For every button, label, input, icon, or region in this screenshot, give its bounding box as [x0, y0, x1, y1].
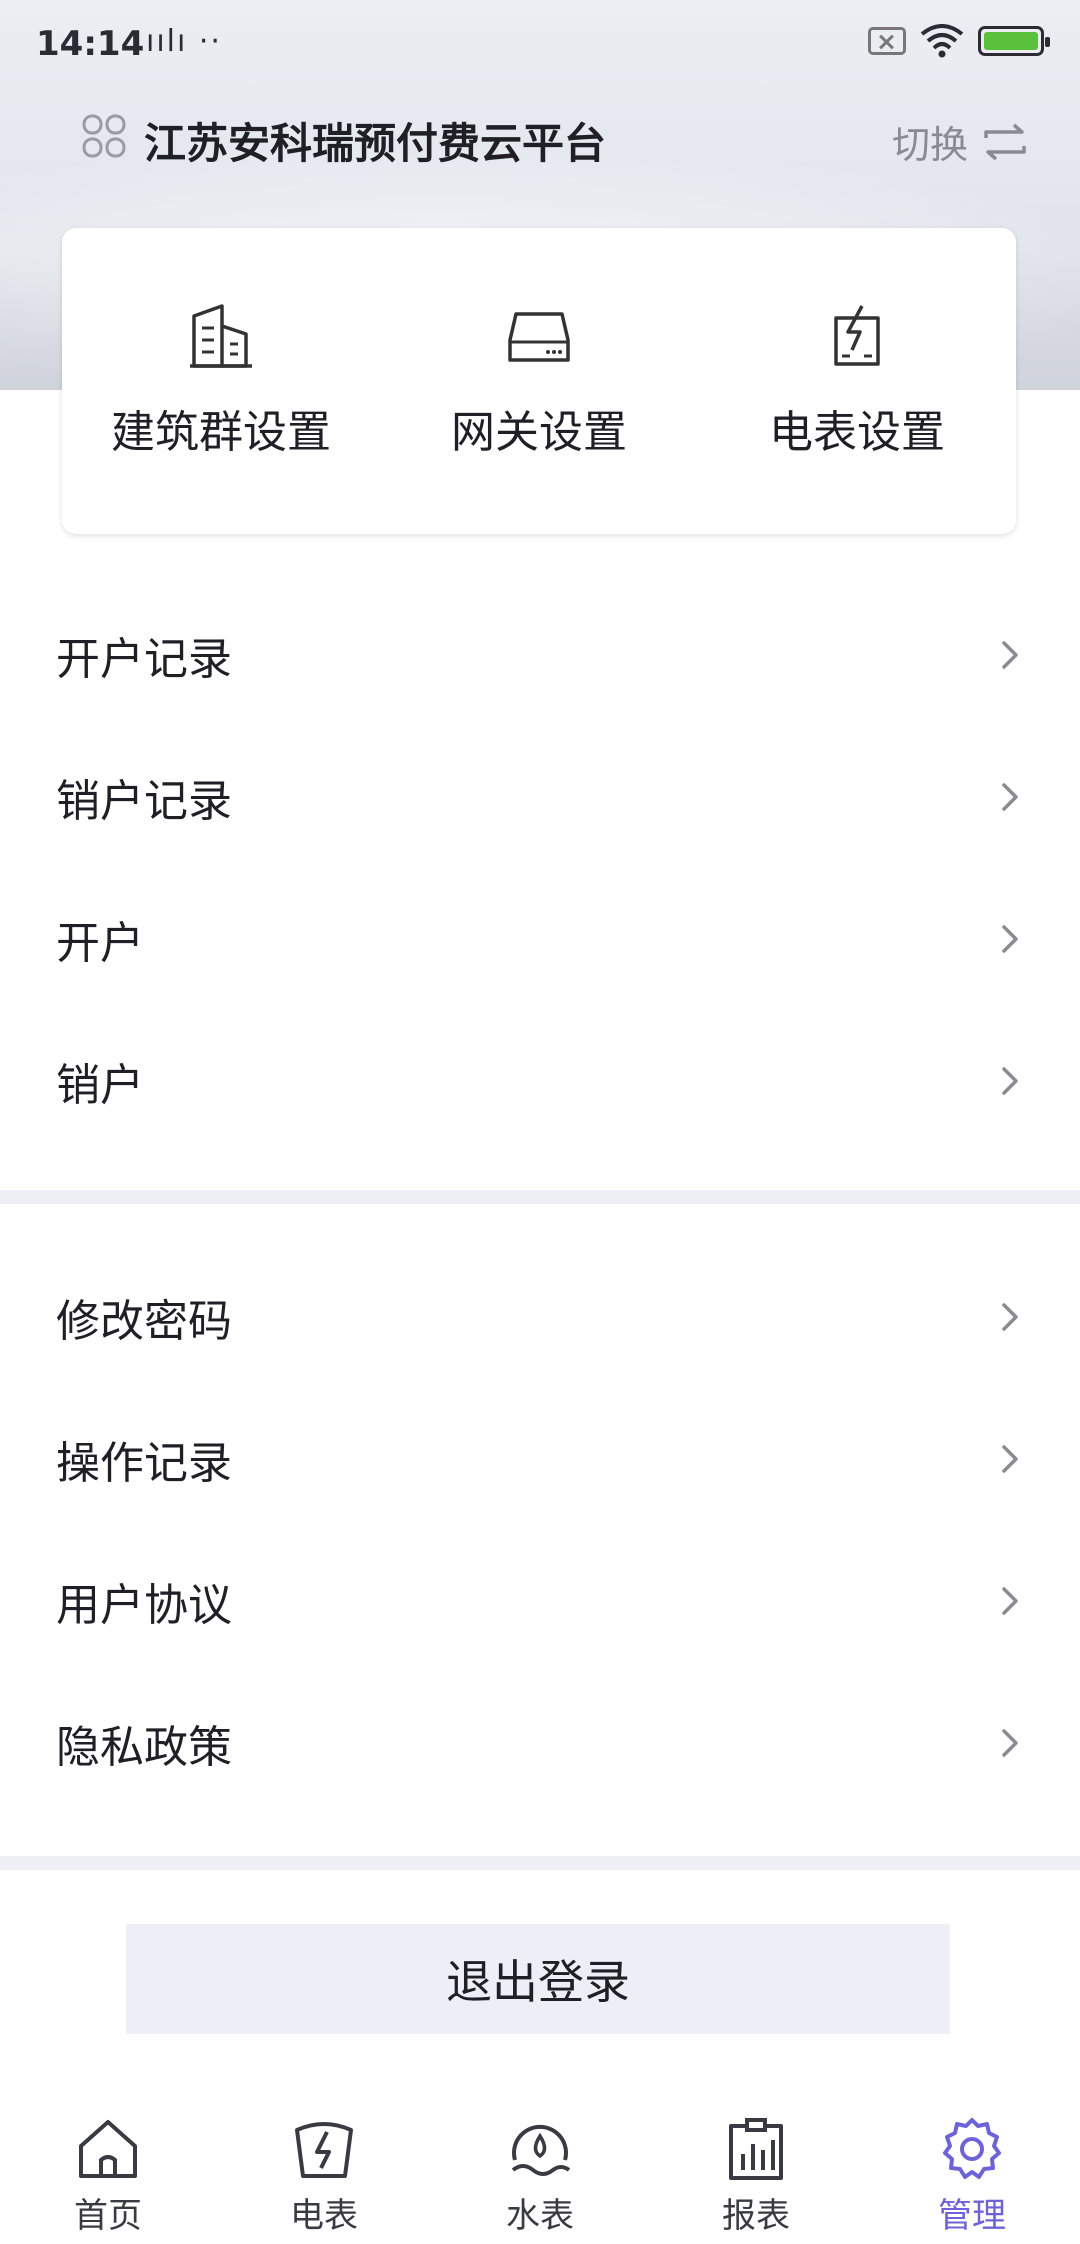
chevron-right-icon [1002, 1445, 1018, 1473]
menu-item-privacy-policy[interactable]: 隐私政策 [0, 1672, 1080, 1814]
tab-water-meter[interactable]: 水表 [432, 2090, 648, 2244]
chevron-right-icon [1002, 1303, 1018, 1331]
gateway-settings-button[interactable]: 网关设置 [380, 228, 698, 534]
menu-item-operation-records[interactable]: 操作记录 [0, 1388, 1080, 1530]
meter-settings-label: 电表设置 [769, 407, 945, 458]
buildings-icon [190, 304, 252, 368]
logout-button[interactable]: 退出登录 [126, 1924, 950, 2034]
chevron-right-icon [1002, 1729, 1018, 1757]
report-icon [729, 2118, 783, 2180]
page-title: 江苏安科瑞预付费云平台 [144, 119, 607, 168]
gear-icon [943, 2118, 1001, 2179]
tab-electric-meter[interactable]: 电表 [216, 2090, 432, 2244]
notification-icons: ıılı ·· [146, 24, 222, 59]
swap-icon [984, 123, 1026, 160]
gateway-settings-label: 网关设置 [451, 407, 627, 458]
status-bar: 14:14 ıılı ·· [0, 0, 1080, 92]
menu-item-label: 销户 [56, 1060, 144, 1111]
chevron-right-icon [1002, 925, 1018, 953]
menu-item-change-password[interactable]: 修改密码 [0, 1246, 1080, 1388]
menu-item-user-agreement[interactable]: 用户协议 [0, 1530, 1080, 1672]
tab-label: 报表 [722, 2196, 790, 2236]
chevron-right-icon [1002, 783, 1018, 811]
switch-button[interactable]: 切换 [892, 114, 1028, 169]
building-group-settings-button[interactable]: 建筑群设置 [62, 228, 380, 534]
battery-icon [978, 26, 1050, 56]
menu-item-label: 销户记录 [56, 776, 232, 827]
app-grid-icon [82, 114, 126, 158]
chevron-right-icon [1002, 641, 1018, 669]
electric-meter-icon [295, 2122, 353, 2178]
account-menu: 开户记录 销户记录 开户 销户 [0, 584, 1080, 1152]
water-meter-icon [511, 2124, 571, 2176]
menu-item-open-account[interactable]: 开户 [0, 868, 1080, 1010]
menu-item-label: 用户协议 [56, 1580, 232, 1631]
menu-item-label: 隐私政策 [56, 1722, 232, 1773]
menu-item-label: 开户 [56, 918, 144, 969]
section-divider [0, 1190, 1080, 1204]
switch-label: 切换 [891, 123, 968, 167]
menu-item-label: 开户记录 [56, 634, 232, 685]
status-time: 14:14 [36, 24, 145, 64]
menu-item-open-account-records[interactable]: 开户记录 [0, 584, 1080, 726]
settings-menu: 修改密码 操作记录 用户协议 隐私政策 [0, 1246, 1080, 1814]
gateway-icon [508, 312, 570, 362]
meter-settings-icon [834, 305, 880, 366]
section-divider [0, 1856, 1080, 1870]
chevron-right-icon [1002, 1067, 1018, 1095]
tab-home[interactable]: 首页 [0, 2090, 216, 2244]
tab-label: 电表 [290, 2196, 358, 2236]
bottom-tab-bar: 首页 电表 水表 报表 管理 [0, 2090, 1080, 2244]
tab-label: 首页 [74, 2196, 142, 2236]
menu-item-close-account[interactable]: 销户 [0, 1010, 1080, 1152]
no-sim-icon [868, 27, 906, 55]
tab-management[interactable]: 管理 [864, 2090, 1080, 2244]
chevron-right-icon [1002, 1587, 1018, 1615]
wifi-icon [920, 24, 964, 58]
building-group-settings-label: 建筑群设置 [111, 407, 331, 458]
title-bar: 江苏安科瑞预付费云平台 切换 [0, 92, 1080, 184]
menu-item-label: 修改密码 [56, 1296, 232, 1347]
tab-label: 水表 [506, 2196, 574, 2236]
quick-actions-card: 建筑群设置 网关设置 电表设置 [62, 228, 1016, 534]
tab-label: 管理 [938, 2196, 1006, 2236]
menu-item-close-account-records[interactable]: 销户记录 [0, 726, 1080, 868]
home-icon [79, 2120, 137, 2178]
tab-report[interactable]: 报表 [648, 2090, 864, 2244]
menu-item-label: 操作记录 [56, 1438, 232, 1489]
meter-settings-button[interactable]: 电表设置 [698, 228, 1016, 534]
